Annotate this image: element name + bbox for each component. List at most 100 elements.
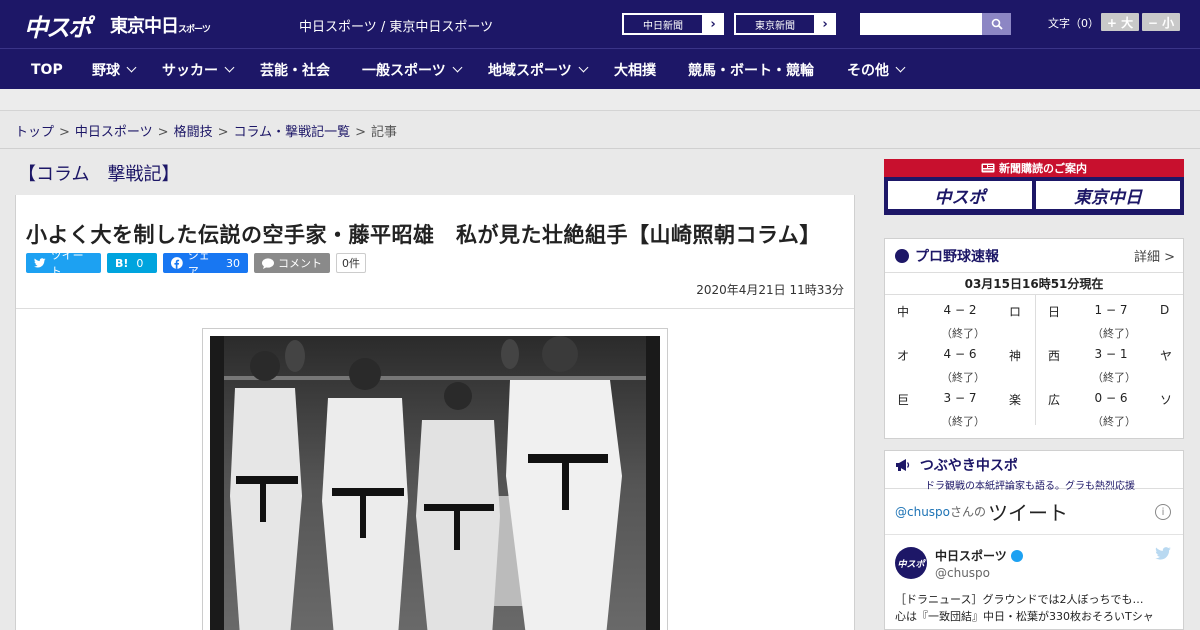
chevron-down-icon (578, 62, 589, 73)
subscription-logos: 中スポ 東京中日 (884, 177, 1184, 213)
article-separator (16, 308, 854, 309)
tokyo-logo-main: 東京中日 (110, 16, 179, 37)
subscription-banner[interactable]: 新聞購読のご案内 中スポ 東京中日 (884, 159, 1184, 215)
comment-label: コメント (278, 257, 322, 270)
game-row[interactable]: 広 0 − 6 ソ （終了） (1036, 383, 1186, 428)
tweet-item[interactable]: 中スポ 中日スポーツ @chuspo ［ドラニュース］グラウンドでは2人ぼっちで… (885, 535, 1183, 625)
twitter-bird-icon (34, 258, 46, 268)
team-away: ソ (1160, 393, 1173, 407)
twitter-bird-icon[interactable] (1155, 547, 1171, 560)
article-card: 小よく大を制した伝説の空手家・藤平昭雄 私が見た壮絶組手【山崎照朝コラム】 ツイ… (15, 195, 855, 630)
nav-label: 大相撲 (614, 62, 656, 79)
article-photo[interactable] (210, 336, 660, 630)
game-status: （終了） (1092, 415, 1136, 428)
chevron-right-icon: › (822, 16, 828, 32)
tokyo-chunichi-logo[interactable]: 東京中日スポーツ (110, 12, 211, 38)
twitter-san-text: さんの (950, 505, 987, 519)
game-row[interactable]: 日 1 − 7 D （終了） (1036, 295, 1186, 340)
comment-button[interactable]: コメント (254, 253, 330, 273)
tsubuyaki-title-row: つぶやき中スポ (895, 455, 1183, 475)
scoreboard: 中 4 − 2 ロ （終了） オ 4 − 6 神 （終了） 巨 3 − 7 楽 … (885, 295, 1186, 428)
search-icon (991, 18, 1003, 30)
nav-other[interactable]: その他 (847, 49, 906, 90)
nav-label: 一般スポーツ (362, 62, 446, 79)
nav-soccer[interactable]: サッカー (162, 49, 235, 90)
nav-baseball[interactable]: 野球 (92, 49, 137, 90)
nav-sumo[interactable]: 大相撲 (614, 49, 656, 90)
main-nav: TOP 野球 サッカー 芸能・社会 一般スポーツ 地域スポーツ 大相撲 競馬・ボ… (0, 48, 1200, 89)
chunichi-shimbun-link[interactable]: 中日新聞 › (622, 13, 724, 35)
chevron-right-icon: › (710, 16, 716, 32)
newspaper-icon (981, 163, 995, 173)
tsubuyaki-box: つぶやき中スポ ドラ観戦の本紙評論家も語る。グラも熱烈応援 @chuspo さん… (884, 450, 1184, 630)
facebook-share-count: 30 (226, 256, 240, 270)
score-column-left: 中 4 − 2 ロ （終了） オ 4 − 6 神 （終了） 巨 3 − 7 楽 … (885, 295, 1035, 428)
font-decrease-button[interactable]: − 小 (1142, 13, 1180, 31)
nav-label: 競馬・ボート・競輪 (688, 62, 814, 79)
team-home: 巨 (897, 393, 910, 407)
nav-label: サッカー (162, 62, 218, 79)
chuspo-logo[interactable]: 中スポ (24, 8, 92, 43)
team-home: 中 (897, 305, 910, 319)
article-datetime: 2020年4月21日 11時33分 (696, 283, 844, 297)
font-increase-button[interactable]: + 大 (1101, 13, 1139, 31)
team-away: ヤ (1160, 349, 1173, 363)
search-input[interactable] (860, 13, 982, 35)
tweet-button[interactable]: ツイート (26, 249, 101, 278)
game-row[interactable]: オ 4 − 6 神 （終了） (885, 339, 1035, 384)
subscription-title: 新聞購読のご案内 (999, 162, 1087, 175)
twitter-widget-header: @chuspo さんの ツイート i (885, 489, 1183, 535)
game-score: 3 − 7 (943, 391, 977, 405)
nav-label: TOP (31, 61, 63, 78)
nav-entertainment[interactable]: 芸能・社会 (260, 49, 330, 90)
facebook-icon (171, 257, 183, 269)
baseball-icon (895, 248, 909, 263)
chuspo-subscribe-logo[interactable]: 中スポ (888, 181, 1032, 209)
karate-photo-image (210, 336, 660, 630)
tsubuyaki-title: つぶやき中スポ (919, 458, 1018, 474)
team-away: 神 (1009, 349, 1022, 363)
nav-general-sports[interactable]: 一般スポーツ (362, 49, 463, 90)
hatena-bookmark-button[interactable]: B! 0 (107, 253, 157, 273)
speech-bubble-icon (262, 257, 274, 269)
megaphone-icon (896, 459, 910, 471)
nav-top[interactable]: TOP (31, 49, 63, 90)
nav-label: 野球 (92, 62, 120, 79)
game-row[interactable]: 巨 3 − 7 楽 （終了） (885, 383, 1035, 428)
tweet-text-line: ［ドラニュース］グラウンドでは2人ぼっちでも… (895, 593, 1144, 606)
game-status: （終了） (941, 415, 985, 428)
game-score: 1 − 7 (1094, 303, 1128, 317)
hatena-count: 0 (136, 256, 144, 270)
breadcrumb-link[interactable]: 中日スポーツ (75, 125, 153, 140)
tokyo-chunichi-subscribe-logo[interactable]: 東京中日 (1036, 181, 1180, 209)
breadcrumb-link[interactable]: 格闘技 (174, 125, 213, 140)
baseball-details-link[interactable]: 詳細 > (1134, 246, 1175, 265)
avatar[interactable]: 中スポ (895, 547, 927, 579)
comment-count: 0件 (336, 253, 366, 273)
tokyo-shimbun-link[interactable]: 東京新聞 › (734, 13, 836, 35)
tweet-text: ［ドラニュース］グラウンドでは2人ぼっちでも… 心は『一致団結』中日・松葉が33… (895, 591, 1175, 625)
chevron-down-icon (452, 62, 463, 73)
game-score: 0 − 6 (1094, 391, 1128, 405)
tweet-account-name[interactable]: 中日スポーツ (935, 547, 1023, 564)
divider (0, 148, 1200, 149)
search-button[interactable] (982, 13, 1011, 35)
game-row[interactable]: 西 3 − 1 ヤ （終了） (1036, 339, 1186, 384)
info-icon[interactable]: i (1155, 504, 1171, 520)
tokyo-logo-small: スポーツ (178, 25, 211, 35)
breadcrumb-link[interactable]: トップ (15, 125, 54, 140)
breadcrumb-link[interactable]: コラム・撃戦記一覧 (234, 125, 351, 140)
nav-local-sports[interactable]: 地域スポーツ (488, 49, 589, 90)
nav-racing[interactable]: 競馬・ボート・競輪 (688, 49, 814, 90)
game-row[interactable]: 中 4 − 2 ロ （終了） (885, 295, 1035, 340)
twitter-handle-link[interactable]: @chuspo (895, 505, 950, 519)
facebook-share-button[interactable]: シェア 30 (163, 249, 248, 278)
font-size-label: 文字（0） (1048, 17, 1099, 30)
ext-link-label: 東京新聞 (735, 14, 815, 34)
team-home: オ (897, 349, 910, 363)
article-photo-frame (202, 328, 668, 630)
chevron-down-icon (126, 62, 137, 73)
tweet-account-handle[interactable]: @chuspo (935, 566, 990, 580)
hatena-icon: B! (115, 256, 129, 270)
team-home: 日 (1048, 305, 1061, 319)
